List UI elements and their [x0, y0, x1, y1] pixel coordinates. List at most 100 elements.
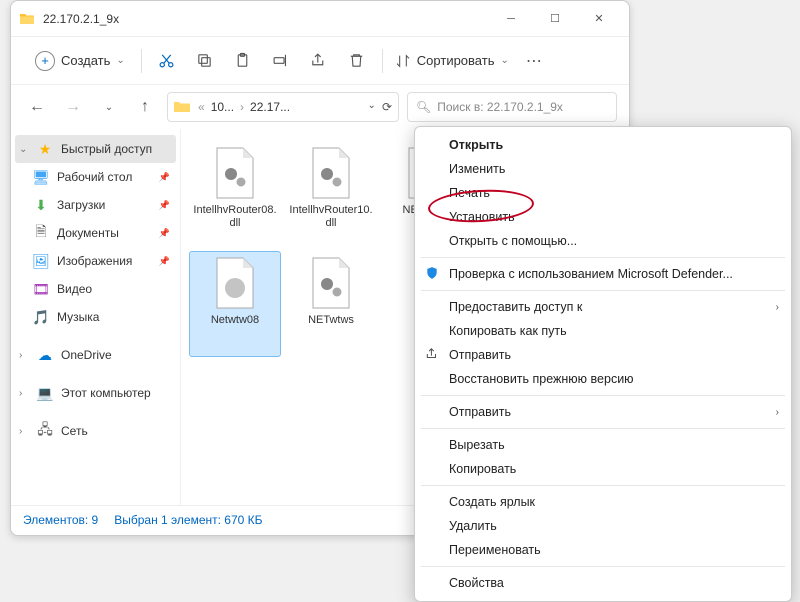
menu-copy-path[interactable]: Копировать как путь [415, 319, 791, 343]
network-icon: 🖧 [37, 423, 53, 439]
menu-open-with[interactable]: Открыть с помощью... [415, 229, 791, 253]
sidebar-item-quickaccess[interactable]: ⌄ ★ Быстрый доступ [15, 135, 176, 163]
forward-button[interactable]: → [59, 93, 87, 121]
menu-install[interactable]: Установить [415, 205, 791, 229]
new-button[interactable]: + Создать ⌄ [27, 47, 133, 75]
file-label: IntellhvRouter10.dll [286, 204, 376, 230]
file-item[interactable]: IntellhvRouter08.dll [189, 141, 281, 247]
folder-icon [174, 100, 190, 114]
menu-copy[interactable]: Копировать [415, 457, 791, 481]
menu-restore[interactable]: Восстановить прежнюю версию [415, 367, 791, 391]
sidebar-item-label: Документы [57, 226, 119, 240]
menu-defender[interactable]: Проверка с использованием Microsoft Defe… [415, 262, 791, 286]
dll-file-icon [307, 146, 355, 200]
pin-icon: 📌 [159, 256, 170, 267]
sidebar-item-music[interactable]: 🎵Музыка [11, 303, 180, 331]
delete-icon[interactable] [340, 44, 374, 78]
chevron-down-icon: ⌄ [116, 55, 124, 66]
sys-file-icon [307, 256, 355, 310]
sidebar-item-label: Сеть [61, 424, 88, 438]
close-button[interactable]: ✕ [577, 4, 621, 34]
status-selection: Выбран 1 элемент: 670 КБ [114, 513, 262, 527]
minimize-button[interactable]: ─ [489, 4, 533, 34]
sidebar-item-onedrive[interactable]: › ☁ OneDrive [11, 341, 180, 369]
folder-icon [19, 11, 35, 27]
menu-edit[interactable]: Изменить [415, 157, 791, 181]
paste-icon[interactable] [226, 44, 260, 78]
cloud-icon: ☁ [37, 347, 53, 363]
menu-open[interactable]: Открыть [415, 133, 791, 157]
menu-rename[interactable]: Переименовать [415, 538, 791, 562]
share-icon [425, 347, 439, 364]
sidebar-item-video[interactable]: 🎞 Видео [11, 275, 180, 303]
window-title: 22.170.2.1_9x [43, 12, 489, 26]
sidebar-item-pictures[interactable]: 🖼Изображения📌 [11, 247, 180, 275]
sidebar-item-label: Этот компьютер [61, 386, 151, 400]
up-button[interactable]: ↑ [131, 93, 159, 121]
file-label: Netwtw08 [209, 314, 261, 327]
address-bar[interactable]: « 10... › 22.17... ⌄ ⟳ [167, 92, 399, 122]
pin-icon: 📌 [159, 172, 170, 183]
menu-print[interactable]: Печать [415, 181, 791, 205]
maximize-button[interactable]: ☐ [533, 4, 577, 34]
sort-label: Сортировать [417, 53, 495, 68]
chevron-right-icon: › [776, 302, 779, 313]
menu-create-shortcut[interactable]: Создать ярлык [415, 490, 791, 514]
menu-cut[interactable]: Вырезать [415, 433, 791, 457]
sidebar-item-label: Быстрый доступ [61, 142, 152, 156]
file-item-selected[interactable]: Netwtw08 [189, 251, 281, 357]
cut-icon[interactable] [150, 44, 184, 78]
status-count: Элементов: 9 [23, 513, 98, 527]
menu-give-access[interactable]: Предоставить доступ к› [415, 295, 791, 319]
rename-icon[interactable] [264, 44, 298, 78]
chevron-right-icon: › [238, 100, 246, 114]
chevron-down-icon[interactable]: ⌄ [368, 100, 376, 114]
menu-properties[interactable]: Свойства [415, 571, 791, 595]
chevron-down-icon: ⌄ [500, 55, 508, 66]
more-icon[interactable]: ⋯ [517, 44, 551, 78]
download-icon: ⬇ [33, 197, 49, 213]
sidebar-item-desktop[interactable]: 🖥Рабочий стол📌 [11, 163, 180, 191]
addr-segment[interactable]: 22.17... [248, 100, 292, 114]
inf-file-icon [211, 256, 259, 310]
file-item[interactable]: IntellhvRouter10.dll [285, 141, 377, 247]
sidebar-item-label: Изображения [57, 254, 132, 268]
refresh-icon[interactable]: ⟳ [382, 100, 392, 114]
sidebar-item-label: Музыка [57, 310, 99, 324]
sidebar-item-label: Видео [57, 282, 92, 296]
video-icon: 🎞 [33, 281, 49, 297]
search-icon: 🔍︎ [416, 100, 431, 114]
file-item[interactable]: NETwtws [285, 251, 377, 357]
plus-icon: + [35, 51, 55, 71]
sidebar-item-thispc[interactable]: › 💻 Этот компьютер [11, 379, 180, 407]
sidebar-item-label: OneDrive [61, 348, 112, 362]
addr-segment[interactable]: 10... [209, 100, 236, 114]
navbar: ← → ⌄ ↑ « 10... › 22.17... ⌄ ⟳ 🔍︎ Поиск … [11, 85, 629, 129]
sidebar-item-label: Рабочий стол [57, 170, 132, 184]
chevron-right-icon: › [776, 407, 779, 418]
menu-send-to[interactable]: Отправить› [415, 400, 791, 424]
menu-delete[interactable]: Удалить [415, 514, 791, 538]
menu-share[interactable]: Отправить [415, 343, 791, 367]
search-placeholder: Поиск в: 22.170.2.1_9x [437, 100, 563, 114]
share-icon[interactable] [302, 44, 336, 78]
chevron-down-icon[interactable]: ⌄ [95, 93, 123, 121]
new-label: Создать [61, 53, 110, 68]
chevron-right-icon: › [19, 388, 29, 399]
back-button[interactable]: ← [23, 93, 51, 121]
sort-button[interactable]: Сортировать ⌄ [391, 49, 513, 73]
search-input[interactable]: 🔍︎ Поиск в: 22.170.2.1_9x [407, 92, 617, 122]
pin-icon: 📌 [159, 200, 170, 211]
sidebar-item-network[interactable]: › 🖧 Сеть [11, 417, 180, 445]
chevron-right-icon: › [19, 350, 29, 361]
shield-icon [425, 266, 439, 283]
chevron-right-icon: › [19, 426, 29, 437]
sort-icon [395, 53, 411, 69]
addr-separator: « [196, 100, 207, 114]
pc-icon: 💻 [37, 385, 53, 401]
toolbar: + Создать ⌄ Сортировать ⌄ ⋯ [11, 37, 629, 85]
sidebar-item-downloads[interactable]: ⬇Загрузки📌 [11, 191, 180, 219]
copy-icon[interactable] [188, 44, 222, 78]
context-menu: Открыть Изменить Печать Установить Откры… [414, 126, 792, 602]
sidebar-item-documents[interactable]: 🗎Документы📌 [11, 219, 180, 247]
